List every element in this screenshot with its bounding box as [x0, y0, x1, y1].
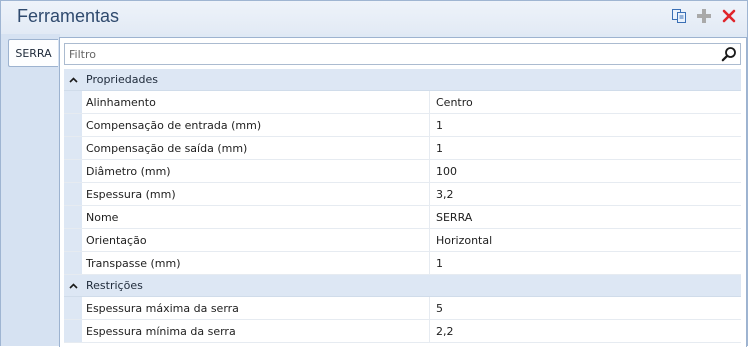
property-name: Transpasse (mm) — [82, 252, 430, 274]
plus-icon — [697, 9, 711, 23]
property-name: Compensação de entrada (mm) — [82, 114, 430, 136]
property-row[interactable]: Nome SERRA — [64, 206, 741, 229]
property-row[interactable]: Espessura máxima da serra 5 — [64, 297, 741, 320]
property-row[interactable]: Alinhamento Centro — [64, 91, 741, 114]
property-panel: Propriedades Alinhamento Centro Compensa… — [59, 37, 747, 347]
property-row[interactable]: Espessura (mm) 3,2 — [64, 183, 741, 206]
property-row[interactable]: Orientação Horizontal — [64, 229, 741, 252]
tab-serra[interactable]: SERRA — [8, 39, 58, 67]
filter-input[interactable] — [65, 45, 718, 63]
property-value[interactable]: 1 — [430, 252, 741, 274]
row-gutter — [64, 229, 82, 251]
row-gutter — [64, 91, 82, 113]
category-label: Propriedades — [86, 73, 158, 86]
tools-window: Ferramentas SERRA Filtro Propriedades Al… — [0, 0, 748, 347]
category-header-restricoes[interactable]: Restrições — [64, 275, 741, 297]
row-gutter — [64, 137, 82, 159]
property-name: Compensação de saída (mm) — [82, 137, 430, 159]
chevron-up-icon[interactable] — [64, 76, 82, 83]
property-value[interactable]: Horizontal — [430, 229, 741, 251]
copy-icon — [672, 9, 686, 23]
property-name: Espessura mínima da serra — [82, 320, 430, 342]
close-icon — [722, 9, 736, 23]
property-value[interactable]: 5 — [430, 297, 741, 319]
row-gutter — [64, 160, 82, 182]
property-name: Alinhamento — [82, 91, 430, 113]
property-row[interactable]: Compensação de entrada (mm) 1 — [64, 114, 741, 137]
property-row[interactable]: Transpasse (mm) 1 — [64, 252, 741, 275]
property-row[interactable]: Compensação de saída (mm) 1 — [64, 137, 741, 160]
category-header-propriedades[interactable]: Propriedades — [64, 69, 741, 91]
row-gutter — [64, 320, 82, 342]
title-bar: Ferramentas — [1, 1, 747, 34]
property-name: Diâmetro (mm) — [82, 160, 430, 182]
property-row[interactable]: Espessura mínima da serra 2,2 — [64, 320, 741, 343]
property-name: Orientação — [82, 229, 430, 251]
property-name: Espessura (mm) — [82, 183, 430, 205]
property-value[interactable]: 2,2 — [430, 320, 741, 342]
row-gutter — [64, 252, 82, 274]
window-title: Ferramentas — [17, 6, 120, 26]
property-value[interactable]: 1 — [430, 137, 741, 159]
row-gutter — [64, 206, 82, 228]
close-button[interactable] — [720, 7, 738, 25]
property-value[interactable]: 100 — [430, 160, 741, 182]
property-value[interactable]: 3,2 — [430, 183, 741, 205]
property-row[interactable]: Diâmetro (mm) 100 — [64, 160, 741, 183]
search-icon[interactable] — [718, 44, 740, 64]
row-gutter — [64, 114, 82, 136]
property-value[interactable]: 1 — [430, 114, 741, 136]
tab-strip: SERRA — [1, 34, 60, 346]
add-button[interactable] — [695, 7, 713, 25]
property-value[interactable]: Centro — [430, 91, 741, 113]
property-name: Espessura máxima da serra — [82, 297, 430, 319]
category-label: Restrições — [86, 279, 143, 292]
property-name: Nome — [82, 206, 430, 228]
property-grid: Propriedades Alinhamento Centro Compensa… — [64, 69, 741, 343]
row-gutter — [64, 297, 82, 319]
tab-label: SERRA — [15, 46, 52, 60]
copy-button[interactable] — [670, 7, 688, 25]
property-value[interactable]: SERRA — [430, 206, 741, 228]
row-gutter — [64, 183, 82, 205]
filter-box — [64, 43, 741, 65]
chevron-up-icon[interactable] — [64, 282, 82, 289]
